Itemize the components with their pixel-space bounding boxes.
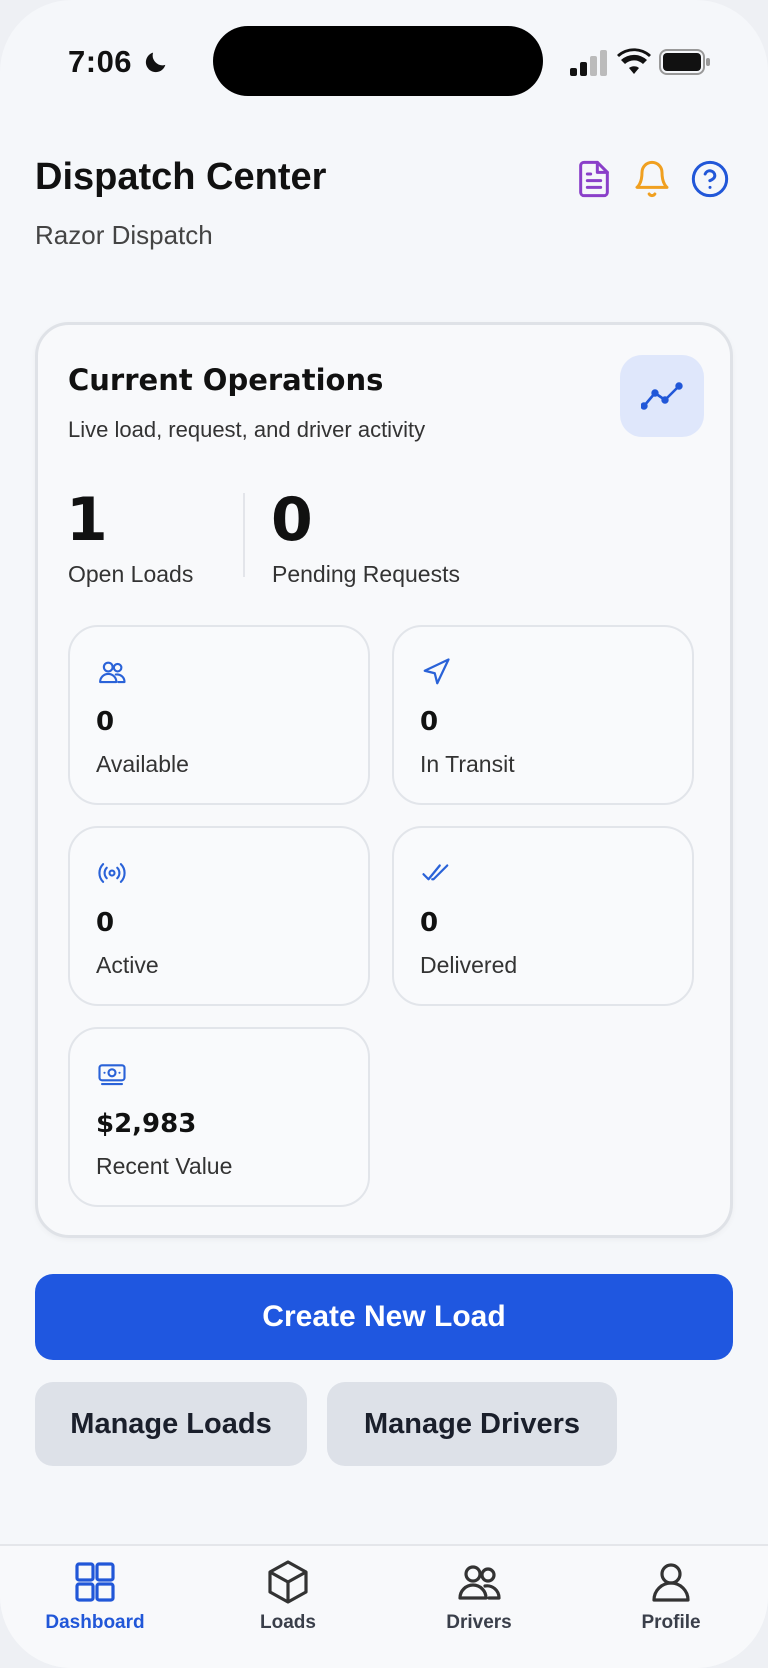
delivered-tile[interactable]: 0 Delivered: [392, 826, 694, 1006]
tile-value: 0: [96, 908, 115, 938]
moon-icon: [145, 52, 166, 73]
manage-drivers-button[interactable]: Manage Drivers: [327, 1382, 617, 1466]
tile-label: In Transit: [420, 751, 515, 777]
pending-requests-count: 0: [271, 485, 313, 555]
available-drivers-tile[interactable]: 0 Available: [68, 625, 370, 805]
tab-label: Loads: [260, 1612, 316, 1633]
tile-label: Active: [96, 952, 159, 978]
create-new-load-button[interactable]: Create New Load: [35, 1274, 733, 1360]
tab-loads[interactable]: Loads: [213, 1558, 363, 1658]
tile-value: 0: [96, 707, 115, 737]
page-title: Dispatch Center: [35, 156, 327, 198]
card-subtitle: Live load, request, and driver activity: [68, 417, 426, 442]
help-icon[interactable]: [690, 158, 730, 200]
bell-icon[interactable]: [632, 158, 672, 200]
tab-label: Profile: [641, 1612, 701, 1633]
box-icon: [268, 1560, 308, 1604]
tile-value: 0: [420, 707, 439, 737]
active-tile[interactable]: 0 Active: [68, 826, 370, 1006]
grid-icon: [75, 1562, 115, 1602]
company-name: Razor Dispatch: [35, 220, 213, 250]
bottom-tab-bar: Dashboard Loads Drivers Profile: [0, 1544, 768, 1668]
in-transit-tile[interactable]: 0 In Transit: [392, 625, 694, 805]
pending-requests-label: Pending Requests: [272, 561, 460, 587]
stat-divider: [243, 493, 245, 577]
open-loads-count: 1: [66, 485, 108, 555]
battery-icon: [659, 49, 710, 75]
cellular-signal-icon: [570, 50, 607, 76]
tab-dashboard[interactable]: Dashboard: [20, 1558, 170, 1658]
cash-icon: [98, 1064, 126, 1086]
current-operations-card: Current Operations Live load, request, a…: [35, 322, 733, 1238]
wifi-icon: [617, 48, 651, 74]
phone-screen: 7:06 Dispatch Center Razor Dispatch Curr…: [0, 0, 768, 1668]
user-icon: [652, 1563, 690, 1602]
tile-value: 0: [420, 908, 439, 938]
recent-value-tile[interactable]: $2,983 Recent Value: [68, 1027, 370, 1207]
tab-label: Drivers: [446, 1612, 512, 1633]
broadcast-icon: [98, 863, 126, 883]
tab-label: Dashboard: [45, 1612, 145, 1633]
document-icon[interactable]: [574, 158, 614, 200]
users-icon: [99, 661, 126, 684]
double-check-icon: [422, 864, 449, 881]
dynamic-island: [213, 26, 543, 96]
tab-profile[interactable]: Profile: [596, 1558, 746, 1658]
tile-label: Available: [96, 751, 189, 777]
trend-button[interactable]: [620, 355, 704, 437]
tile-value: $2,983: [96, 1109, 197, 1139]
users-icon: [458, 1565, 501, 1600]
tile-label: Delivered: [420, 952, 518, 978]
card-title: Current Operations: [68, 363, 384, 397]
navigation-icon: [423, 658, 450, 685]
open-loads-label: Open Loads: [68, 561, 194, 587]
status-time: 7:06: [68, 44, 133, 79]
manage-loads-button[interactable]: Manage Loads: [35, 1382, 307, 1466]
trend-line-icon: [641, 382, 683, 410]
tab-drivers[interactable]: Drivers: [404, 1558, 554, 1658]
tile-label: Recent Value: [96, 1153, 233, 1179]
